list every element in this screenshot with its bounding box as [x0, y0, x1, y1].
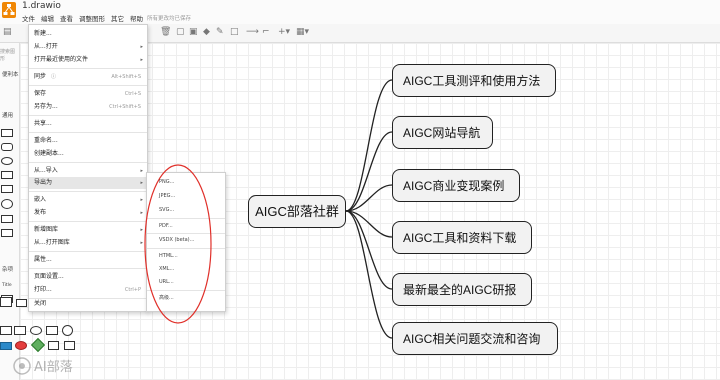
mindmap-child-node[interactable]: AIGC工具测评和使用方法	[392, 64, 556, 97]
mindmap-child-node[interactable]: 最新最全的AIGC研报	[392, 273, 532, 306]
mindmap-child-node[interactable]: AIGC商业变现案例	[392, 169, 520, 202]
svg-text:AI部落: AI部落	[34, 360, 73, 375]
watermark-logo: AI部落	[13, 357, 73, 375]
mindmap-child-node[interactable]: AIGC网站导航	[392, 116, 493, 149]
mindmap-connectors	[345, 79, 393, 339]
mindmap-child-node[interactable]: AIGC相关问题交流和咨询	[392, 322, 558, 355]
mindmap-center-node[interactable]: AIGC部落社群	[248, 195, 346, 228]
mindmap-child-node[interactable]: AIGC工具和资料下载	[392, 221, 532, 254]
